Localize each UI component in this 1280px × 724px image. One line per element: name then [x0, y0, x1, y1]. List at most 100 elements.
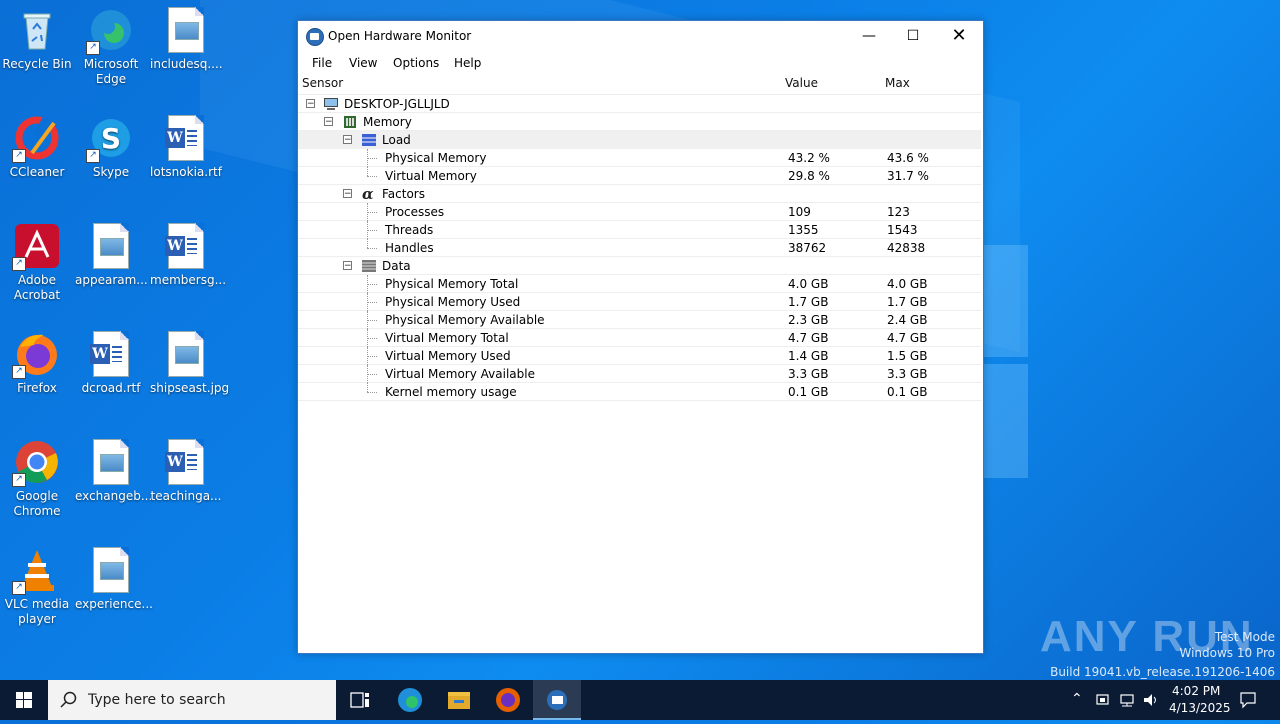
clock-date[interactable]: 4/13/2025	[1169, 701, 1231, 715]
collapse-toggle[interactable]: −	[306, 99, 315, 109]
tree-connector	[367, 158, 377, 159]
tree-connector	[367, 167, 368, 176]
group-node-label: Data	[382, 259, 411, 273]
tree-row[interactable]: Physical Memory Available 2.3 GB 2.4 GB	[298, 311, 981, 329]
collapse-toggle[interactable]: −	[324, 117, 333, 127]
desktop-icon-ccleaner[interactable]: ↗ CCleaner	[1, 115, 73, 180]
tree-row[interactable]: − Data	[298, 257, 981, 275]
tree-row[interactable]: Virtual Memory Total 4.7 GB 4.7 GB	[298, 329, 981, 347]
tree-connector	[367, 392, 377, 393]
desktop-icon-shipseast-jpg[interactable]: shipseast.jpg	[150, 331, 229, 396]
tree-connector	[367, 374, 377, 375]
sensor-name: Physical Memory Used	[385, 295, 521, 309]
desktop-icon-dcroad-rtf[interactable]: Wdcroad.rtf	[75, 331, 147, 396]
menu-file[interactable]: File	[312, 56, 332, 70]
tree-row[interactable]: − Load	[298, 131, 981, 149]
volume-icon[interactable]	[1142, 692, 1160, 708]
load-icon	[361, 133, 376, 146]
tree-row[interactable]: Virtual Memory Used 1.4 GB 1.5 GB	[298, 347, 981, 365]
start-button[interactable]	[0, 680, 48, 720]
tree-row[interactable]: − DESKTOP-JGLLJLD	[298, 95, 981, 113]
desktop-icon-recycle-bin[interactable]: Recycle Bin	[1, 7, 73, 72]
collapse-toggle[interactable]: −	[343, 261, 352, 271]
menu-view[interactable]: View	[349, 56, 377, 70]
tree-row[interactable]: Kernel memory usage 0.1 GB 0.1 GB	[298, 383, 981, 401]
tree-row[interactable]: Virtual Memory 29.8 % 31.7 %	[298, 167, 981, 185]
desktop-icon-label: dcroad.rtf	[81, 381, 141, 395]
column-header-value[interactable]: Value	[785, 76, 818, 90]
desktop-icon-microsoft-edge[interactable]: ↗ Microsoft Edge	[75, 7, 147, 87]
tree-row[interactable]: − α Factors	[298, 185, 981, 203]
firefox-icon	[496, 688, 520, 712]
data-icon	[361, 259, 376, 272]
taskbar-file-explorer[interactable]	[435, 680, 483, 720]
taskbar-edge[interactable]	[386, 680, 434, 720]
sensor-value: 43.2 %	[788, 151, 830, 165]
collapse-toggle[interactable]: −	[343, 135, 352, 145]
taskbar-hardware-monitor[interactable]	[533, 680, 581, 720]
desktop-icon-lotsnokia-rtf[interactable]: Wlotsnokia.rtf	[150, 115, 222, 180]
sensor-value: 1.4 GB	[788, 349, 829, 363]
menu-help[interactable]: Help	[454, 56, 481, 70]
task-view-button[interactable]	[336, 680, 384, 720]
tree-connector	[367, 221, 368, 239]
column-header-sensor[interactable]: Sensor	[302, 76, 343, 90]
factors-icon: α	[361, 185, 375, 203]
desktop-icon-adobe-acrobat[interactable]: ↗ Adobe Acrobat	[1, 223, 73, 303]
desktop-icon-google-chrome[interactable]: ↗ Google Chrome	[1, 439, 73, 519]
sensor-value: 1355	[788, 223, 819, 237]
sensor-max: 3.3 GB	[887, 367, 928, 381]
word-file-icon: W	[88, 331, 134, 377]
tree-row[interactable]: Physical Memory 43.2 % 43.6 %	[298, 149, 981, 167]
search-placeholder: Type here to search	[88, 692, 226, 708]
taskbar-search[interactable]: Type here to search	[48, 680, 336, 720]
menu-options[interactable]: Options	[393, 56, 439, 70]
sensor-max: 123	[887, 205, 910, 219]
network-icon[interactable]	[1118, 692, 1136, 708]
recycle-bin-icon	[14, 7, 60, 53]
desktop-icon-includesq[interactable]: includesq....	[150, 7, 223, 72]
desktop-icon-membersg[interactable]: Wmembersg...	[150, 223, 227, 288]
tree-row[interactable]: Processes 109 123	[298, 203, 981, 221]
show-hidden-icons-button[interactable]: ⌃	[1071, 691, 1083, 707]
image-file-icon	[88, 547, 134, 593]
watermark-build: Build 19041.vb_release.191206-1406	[1050, 665, 1275, 679]
shortcut-arrow-icon: ↗	[12, 149, 26, 163]
column-header-max[interactable]: Max	[885, 76, 910, 90]
tree-connector	[367, 347, 368, 365]
title-bar[interactable]: Open Hardware Monitor — ☐ ✕	[298, 21, 983, 51]
clock-time[interactable]: 4:02 PM	[1172, 684, 1220, 698]
image-file-icon	[163, 7, 209, 53]
close-button[interactable]: ✕	[936, 21, 982, 51]
minimize-button[interactable]: —	[846, 21, 892, 51]
desktop-icon-experience[interactable]: experience...	[75, 547, 153, 612]
tree-row[interactable]: Virtual Memory Available 3.3 GB 3.3 GB	[298, 365, 981, 383]
tree-connector	[367, 203, 368, 221]
collapse-toggle[interactable]: −	[343, 189, 352, 199]
tree-row[interactable]: Physical Memory Used 1.7 GB 1.7 GB	[298, 293, 981, 311]
group-node-label: Factors	[382, 187, 425, 201]
notification-icon[interactable]	[1239, 691, 1257, 709]
desktop-icon-label: exchangeb...	[75, 489, 153, 503]
desktop-icon-vlc-media-player[interactable]: ↗ VLC media player	[1, 547, 73, 627]
tree-row[interactable]: Physical Memory Total 4.0 GB 4.0 GB	[298, 275, 981, 293]
sensor-max: 1.7 GB	[887, 295, 928, 309]
desktop-icon-exchangeb[interactable]: exchangeb...	[75, 439, 153, 504]
tree-row[interactable]: Handles 38762 42838	[298, 239, 981, 257]
taskbar-firefox[interactable]	[484, 680, 532, 720]
desktop-icon-label: Google Chrome	[13, 489, 61, 518]
memory-chip-icon	[342, 115, 356, 128]
desktop-icon-label: membersg...	[150, 273, 227, 287]
desktop-icon-skype[interactable]: S ↗ Skype	[75, 115, 147, 180]
desktop-icon-appearam[interactable]: appearam...	[75, 223, 148, 288]
desktop-icon-teachinga[interactable]: Wteachinga...	[150, 439, 222, 504]
meet-now-icon[interactable]	[1095, 692, 1111, 708]
tree-row[interactable]: Threads 1355 1543	[298, 221, 981, 239]
maximize-button[interactable]: ☐	[890, 21, 936, 51]
tree-connector	[367, 320, 377, 321]
windows-logo-icon	[16, 692, 32, 708]
tree-row[interactable]: − Memory	[298, 113, 981, 131]
sensor-max: 2.4 GB	[887, 313, 928, 327]
tree-connector	[367, 338, 377, 339]
desktop-icon-firefox[interactable]: ↗ Firefox	[1, 331, 73, 396]
